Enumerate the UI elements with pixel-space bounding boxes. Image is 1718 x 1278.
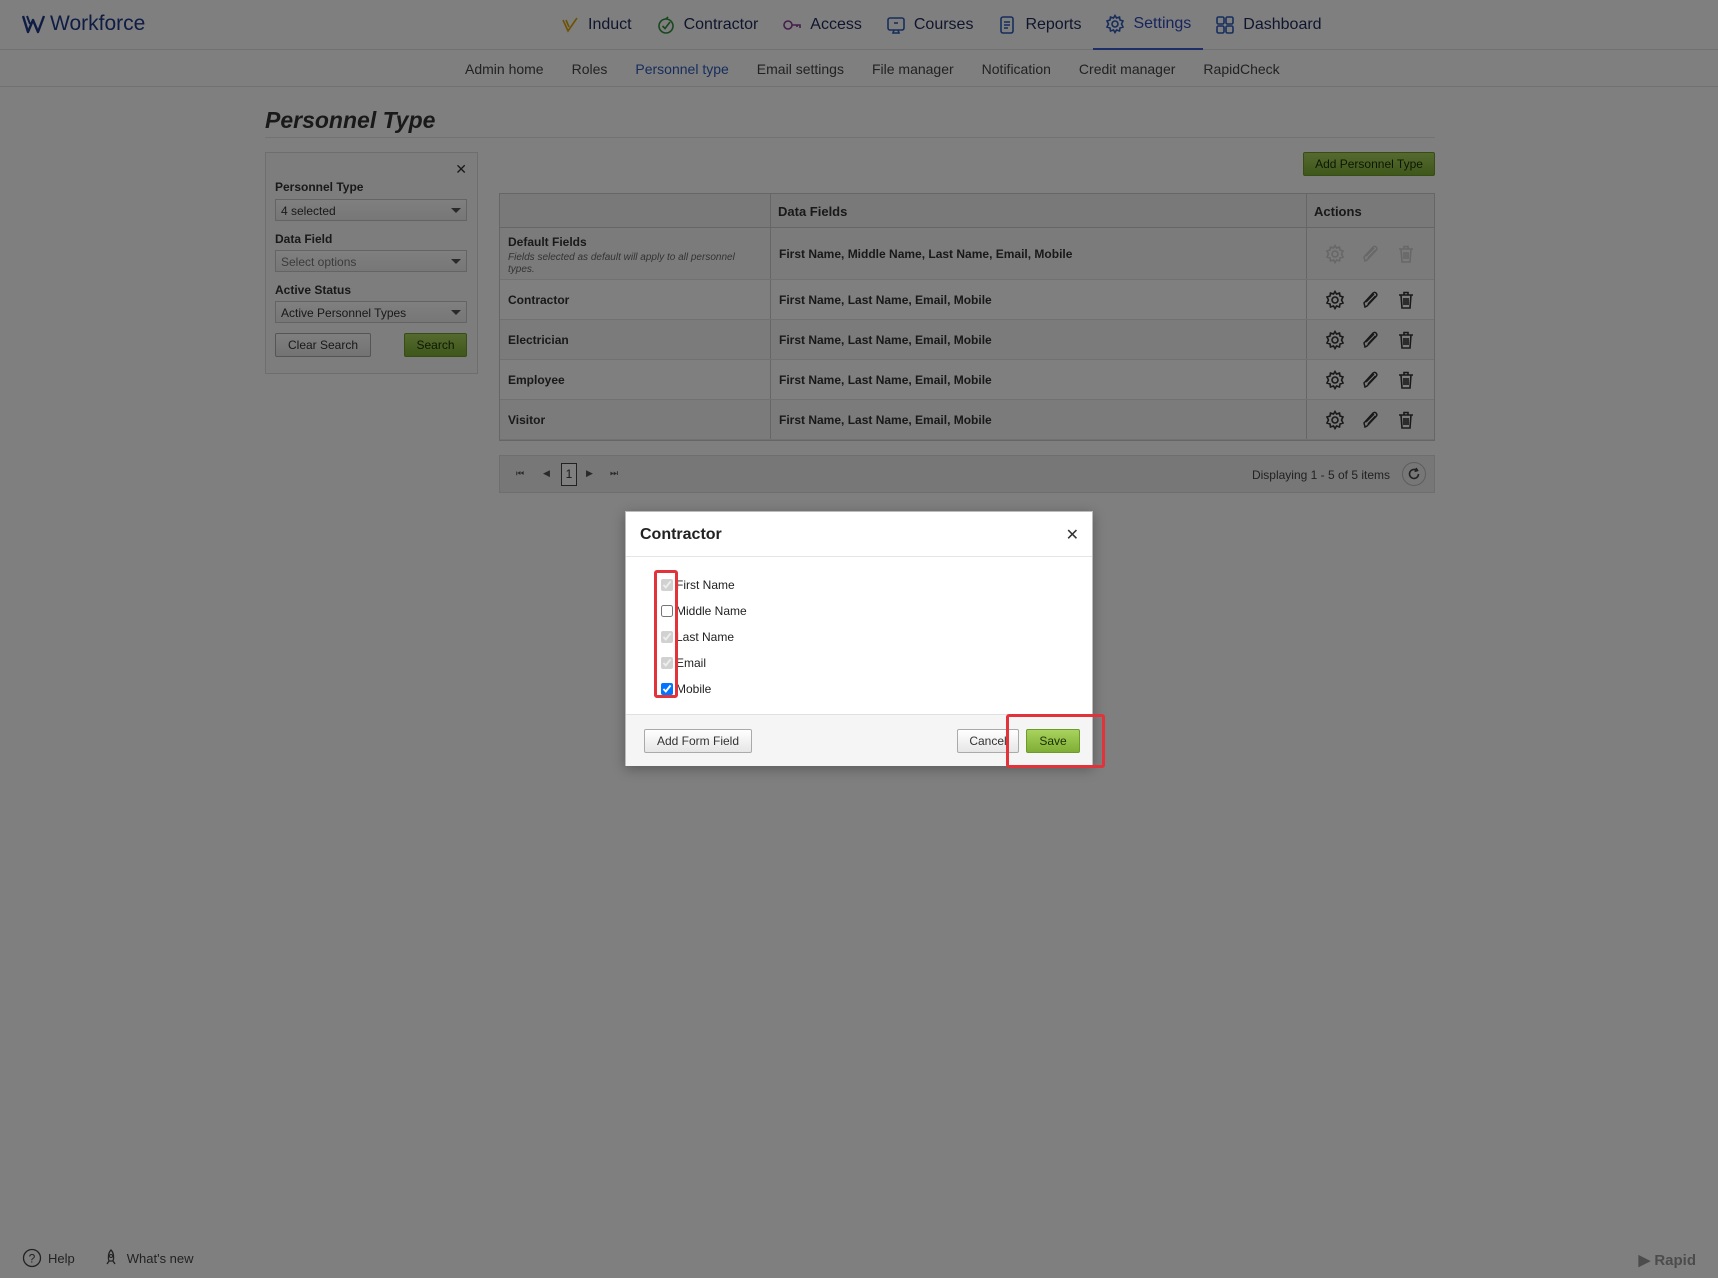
add-form-field-button[interactable]: Add Form Field: [644, 729, 752, 753]
field-label: Last Name: [676, 630, 735, 644]
close-dialog-icon[interactable]: ✕: [1066, 525, 1079, 545]
dialog-divider: [626, 556, 1092, 557]
save-highlight: [1006, 714, 1105, 768]
field-label: Email: [676, 656, 707, 670]
contractor-fields-dialog: Contractor ✕ First Name Middle Name Last N…: [625, 511, 1105, 768]
field-label: Middle Name: [676, 604, 747, 618]
field-label: Mobile: [676, 682, 712, 696]
checkbox-highlight: [654, 570, 678, 698]
dialog-title: Contractor: [640, 526, 722, 543]
field-label: First Name: [676, 578, 735, 592]
